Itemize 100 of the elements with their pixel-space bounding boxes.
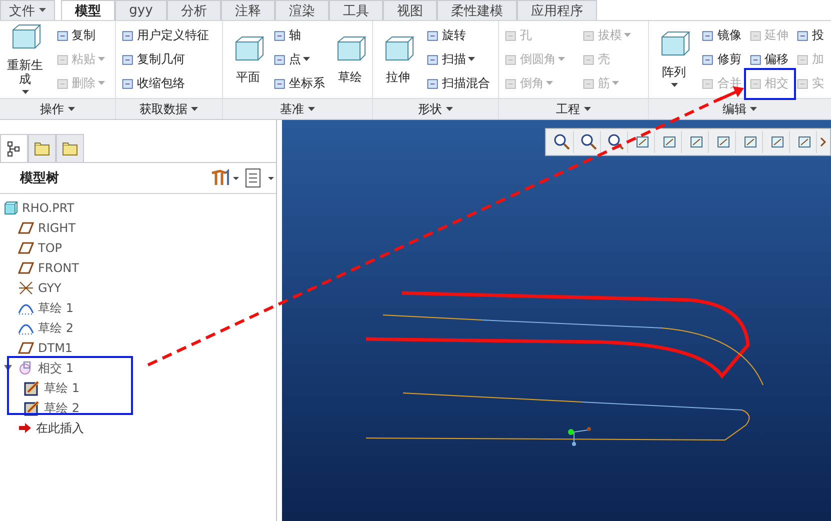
tree-item[interactable]: RIGHT <box>38 221 76 235</box>
tree-item[interactable]: GYY <box>38 281 62 295</box>
group-label[interactable]: 操作 <box>0 98 115 119</box>
tree-icon <box>6 140 22 156</box>
tool-icon <box>748 28 762 42</box>
tool-icon <box>748 76 762 90</box>
plane-icon <box>18 222 34 234</box>
tool-icon <box>426 52 440 66</box>
tree-item[interactable]: 草绘 1 <box>44 380 80 396</box>
ribbon-button[interactable]: 草绘 <box>330 24 370 96</box>
tree-item[interactable]: DTM1 <box>38 341 73 355</box>
highlight-frame <box>744 68 796 100</box>
more-icon[interactable] <box>820 137 826 147</box>
tool-icon <box>426 28 440 42</box>
tool-icon <box>56 76 70 90</box>
group-label[interactable]: 编辑 <box>649 98 831 119</box>
tool-icon <box>504 28 518 42</box>
ribbon-tab[interactable]: 模型 <box>61 0 116 20</box>
tool-icon <box>582 28 596 42</box>
group-label[interactable]: 获取数据 <box>116 98 222 119</box>
tool-icon <box>121 28 135 42</box>
ribbon-button[interactable]: 重新生成 <box>5 24 45 96</box>
plane-icon <box>18 242 34 254</box>
tree-item[interactable]: 草绘 1 <box>38 300 74 316</box>
settings-dropdown[interactable] <box>210 168 240 188</box>
magnifier-icon <box>580 133 598 151</box>
magnifier-icon <box>552 133 570 151</box>
group-label[interactable]: 工程 <box>499 98 648 119</box>
tool-icon <box>582 52 596 66</box>
ribbon-tab[interactable]: 注释 <box>220 0 275 20</box>
tool-icon <box>273 76 287 90</box>
ribbon-button[interactable]: 修剪 <box>701 48 744 72</box>
ribbon-button[interactable]: 收缩包络 <box>121 72 217 96</box>
navigator-tab[interactable] <box>0 134 28 162</box>
ribbon-tab[interactable]: 柔性建模 <box>436 0 517 20</box>
cube-icon <box>4 201 18 215</box>
ribbon-button[interactable]: 投 <box>796 24 826 48</box>
ribbon-button[interactable]: 旋转 <box>426 24 493 48</box>
caret-icon <box>39 8 46 14</box>
panel-title: 模型树 <box>20 170 59 187</box>
ribbon-button[interactable]: 复制 <box>56 24 110 48</box>
plane-icon <box>18 262 34 274</box>
ribbon-button[interactable]: 复制几何 <box>121 48 217 72</box>
ribbon-button[interactable]: 用户定义特征 <box>121 24 217 48</box>
ribbon-button[interactable]: 偏移 <box>748 48 791 72</box>
ribbon-button[interactable]: 扫描混合 <box>426 72 493 96</box>
tree-item[interactable]: 相交 1 <box>38 360 74 376</box>
tree-item[interactable]: 草绘 2 <box>44 400 80 416</box>
ribbon-button[interactable]: 镜像 <box>701 24 744 48</box>
list-dropdown[interactable] <box>244 168 276 188</box>
tool-icon <box>504 76 518 90</box>
ribbon-tab[interactable]: 应用程序 <box>516 0 597 20</box>
tool-icon <box>121 52 135 66</box>
tool-icon <box>748 52 762 66</box>
tool-icon <box>701 28 716 42</box>
tool-icon <box>273 28 287 42</box>
file-menu-tab[interactable]: 文件 <box>0 0 56 20</box>
ribbon-button[interactable]: 轴 <box>273 24 325 48</box>
tool-icon <box>56 52 70 66</box>
tool-icon <box>582 76 596 90</box>
plane-icon <box>18 342 34 354</box>
tool-icon <box>701 76 716 90</box>
coordinate-marker-drawing <box>568 427 591 446</box>
caret-icon <box>68 107 75 112</box>
tree-item[interactable]: RHO.PRT <box>22 201 74 215</box>
group-label[interactable]: 基准 <box>223 98 372 119</box>
folder-icon <box>62 140 78 156</box>
tree-item[interactable]: TOP <box>38 241 62 255</box>
coordinate-system-icon <box>18 281 34 295</box>
ribbon-button[interactable]: 拉伸 <box>378 24 418 96</box>
ribbon-button[interactable]: 阵列 <box>654 24 694 96</box>
ribbon-tab[interactable]: 工具 <box>328 0 383 20</box>
tool-icon <box>273 52 287 66</box>
tool-icon <box>56 28 70 42</box>
ribbon-tab[interactable]: gyy <box>115 0 167 20</box>
folder-icon <box>34 140 50 156</box>
insert-arrow-icon <box>18 422 32 434</box>
caret-icon <box>584 107 591 112</box>
sketch-pencil-icon <box>24 380 40 396</box>
ribbon-button[interactable]: 平面 <box>228 24 268 96</box>
ribbon-button[interactable]: 扫描 <box>426 48 493 72</box>
caret-icon <box>191 107 198 112</box>
tool-icon <box>796 76 810 90</box>
tool-icon <box>121 76 135 90</box>
tree-item[interactable]: FRONT <box>38 261 79 275</box>
caret-icon <box>750 107 758 112</box>
ribbon-button[interactable]: 点 <box>273 48 325 72</box>
group-label[interactable]: 形状 <box>373 98 498 119</box>
magnifier-icon <box>606 133 624 151</box>
tool-icon <box>701 52 716 66</box>
ribbon-button[interactable]: 坐标系 <box>273 72 325 96</box>
caret-icon <box>446 107 453 112</box>
tree-item[interactable]: 草绘 2 <box>38 320 74 336</box>
ribbon-tab[interactable]: 渲染 <box>274 0 329 20</box>
tool-icon <box>796 28 810 42</box>
ribbon-tab[interactable]: 视图 <box>382 0 437 20</box>
tool-icon <box>426 76 440 90</box>
expand-toggle[interactable] <box>4 364 14 372</box>
ribbon-tab[interactable]: 分析 <box>166 0 221 20</box>
tree-item[interactable]: 在此插入 <box>36 420 84 436</box>
